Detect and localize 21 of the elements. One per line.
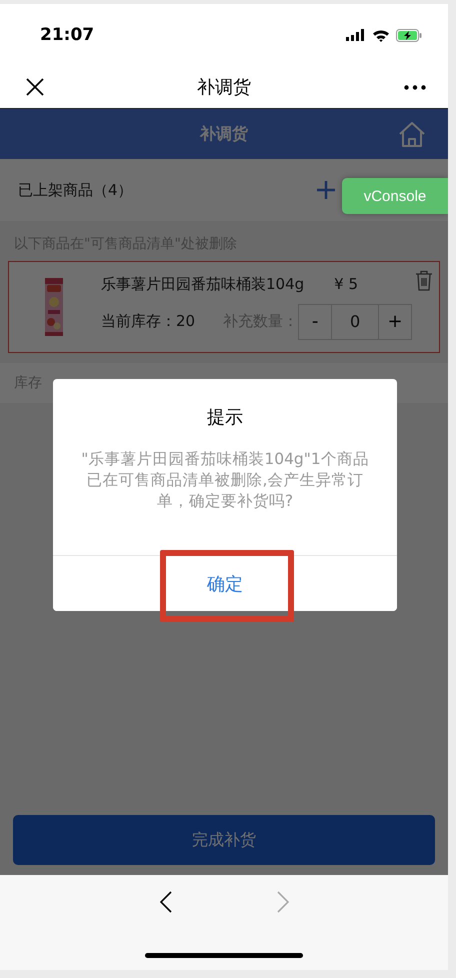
forward-icon[interactable] [276,891,288,913]
vconsole-button[interactable]: vConsole [342,178,448,214]
dialog-title: 提示 [207,406,243,429]
wifi-icon [372,28,390,42]
product-name: 乐事薯片田园番茄味桶装104g [101,274,304,294]
more-icon[interactable] [404,84,426,90]
signal-icon [346,29,366,41]
battery-icon [396,28,422,42]
status-time: 21:07 [40,25,94,45]
dialog-message: "乐事薯片田园番茄味桶装104g"1个商品已在可售商品清单被删除,会产生异常订单，确定要补货吗? [80,449,370,512]
stock-text: 当前库存：20 [101,312,196,331]
home-icon[interactable] [398,121,426,147]
product-price: ¥ 5 [334,274,358,294]
header-title: 补调货 [200,124,248,144]
section-title: 已上架商品（4） [18,180,133,200]
page-title: 补调货 [197,76,251,99]
plus-icon[interactable] [316,180,336,200]
trash-icon[interactable] [415,270,433,291]
complete-button[interactable]: 完成补货 [13,815,435,865]
back-icon[interactable] [160,891,172,913]
close-icon[interactable] [26,78,44,96]
